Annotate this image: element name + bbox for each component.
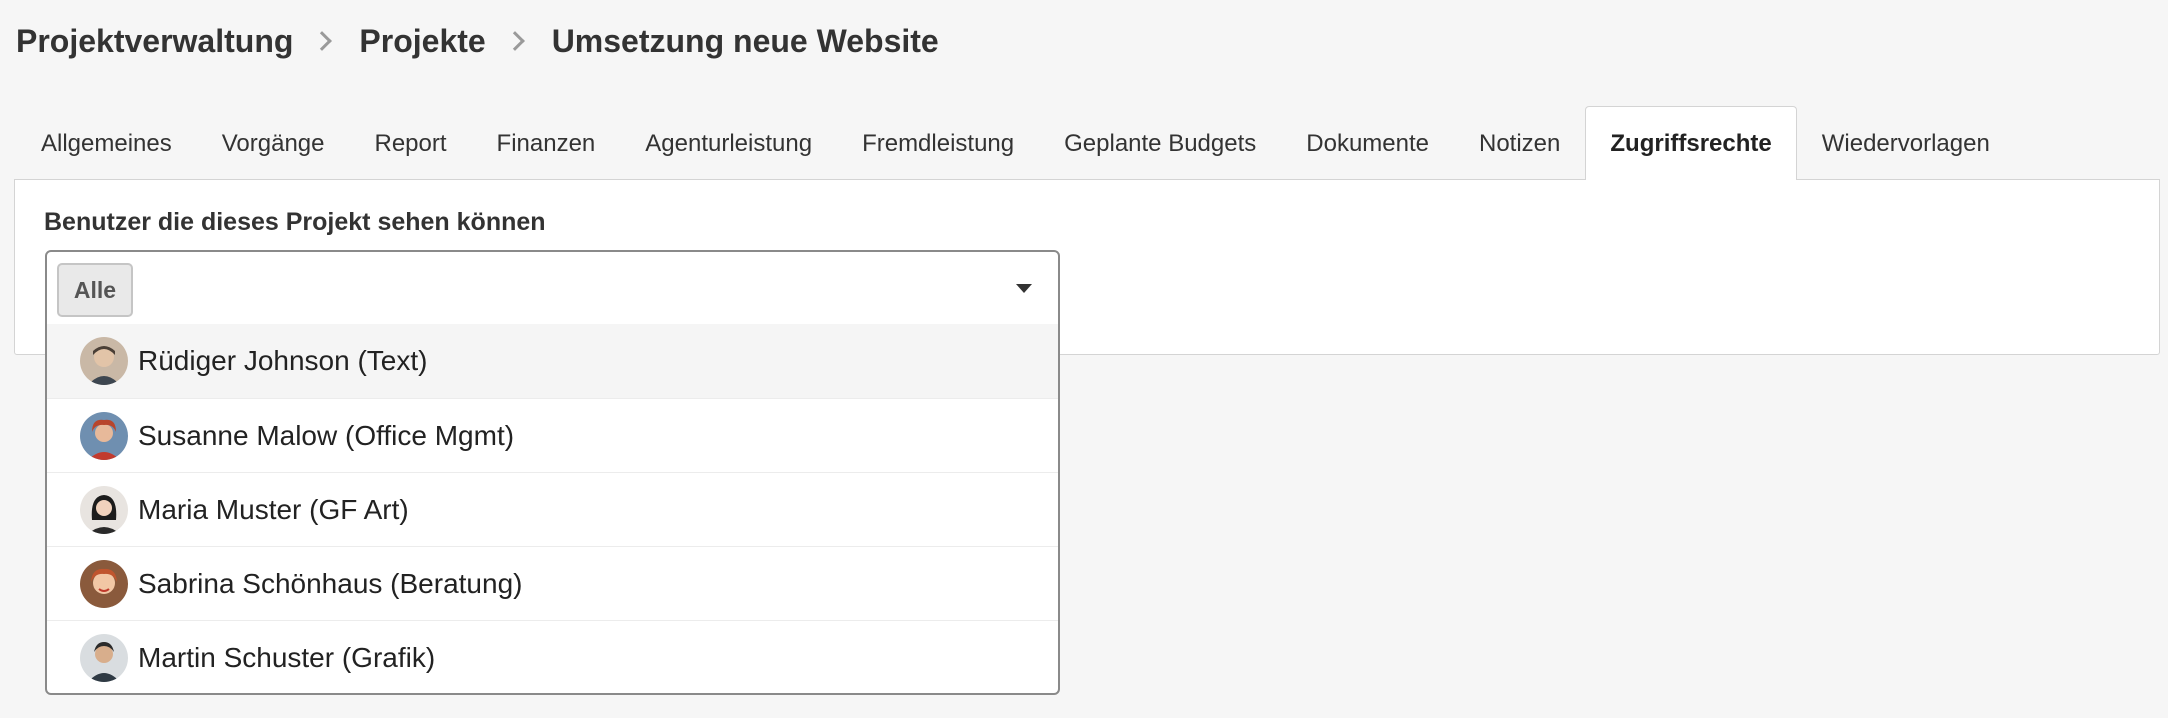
option-label: Maria Muster (GF Art) <box>138 493 409 525</box>
option-label: Rüdiger Johnson (Text) <box>138 345 428 376</box>
tab-vorgaenge[interactable]: Vorgänge <box>197 106 350 180</box>
breadcrumb: Projektverwaltung Projekte Umsetzung neu… <box>16 18 939 64</box>
option-user[interactable]: Sabrina Schönhaus (Beratung) <box>47 546 1058 620</box>
user-avatar <box>80 411 128 460</box>
options-list: Rüdiger Johnson (Text) Susanne Malow (Of… <box>47 324 1058 693</box>
select-control[interactable]: Alle <box>47 252 1058 324</box>
user-avatar <box>80 485 128 534</box>
breadcrumb-item-projektverwaltung[interactable]: Projektverwaltung <box>16 23 293 60</box>
users-multiselect[interactable]: Alle Rüdiger Johnson (Text) Susanne Malo… <box>45 250 1060 695</box>
selected-chip-alle[interactable]: Alle <box>57 263 133 317</box>
option-user[interactable]: Maria Muster (GF Art) <box>47 472 1058 546</box>
option-user[interactable]: Martin Schuster (Grafik) <box>47 620 1058 693</box>
tab-zugriffsrechte[interactable]: Zugriffsrechte <box>1585 106 1797 180</box>
breadcrumb-item-projekte[interactable]: Projekte <box>359 23 485 60</box>
chevron-right-icon <box>312 31 333 51</box>
tab-agenturleistung[interactable]: Agenturleistung <box>620 106 837 180</box>
user-avatar <box>80 337 128 385</box>
tab-notizen[interactable]: Notizen <box>1454 106 1585 180</box>
tab-wiedervorlagen[interactable]: Wiedervorlagen <box>1797 106 2015 180</box>
tab-dokumente[interactable]: Dokumente <box>1281 106 1454 180</box>
tab-fremdleistung[interactable]: Fremdleistung <box>837 106 1039 180</box>
user-avatar <box>80 559 128 608</box>
tab-geplante-budgets[interactable]: Geplante Budgets <box>1039 106 1281 180</box>
tab-allgemeines[interactable]: Allgemeines <box>16 106 197 180</box>
user-avatar <box>80 633 128 682</box>
option-user[interactable]: Rüdiger Johnson (Text) <box>47 324 1058 398</box>
tab-report[interactable]: Report <box>350 106 472 180</box>
access-field-label: Benutzer die dieses Projekt sehen können <box>44 208 546 236</box>
page: Projektverwaltung Projekte Umsetzung neu… <box>0 0 2168 718</box>
tab-bar: Allgemeines Vorgänge Report Finanzen Age… <box>16 106 2015 180</box>
chevron-right-icon <box>504 31 525 51</box>
option-label: Susanne Malow (Office Mgmt) <box>138 419 515 451</box>
tab-finanzen[interactable]: Finanzen <box>472 106 621 180</box>
caret-down-icon[interactable] <box>1016 284 1032 293</box>
option-label: Martin Schuster (Grafik) <box>138 641 436 673</box>
option-label: Sabrina Schönhaus (Beratung) <box>138 567 523 599</box>
option-user[interactable]: Susanne Malow (Office Mgmt) <box>47 398 1058 472</box>
breadcrumb-item-current: Umsetzung neue Website <box>551 22 939 59</box>
